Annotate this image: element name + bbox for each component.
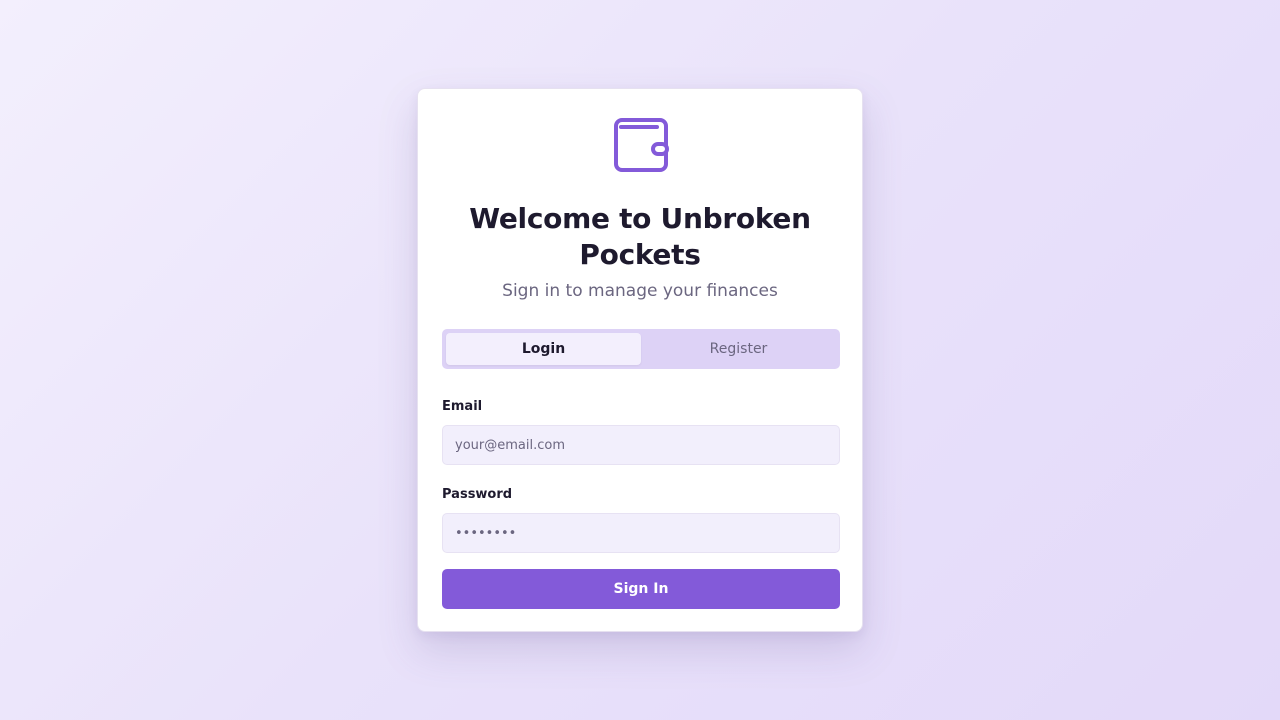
page-subtitle: Sign in to manage your finances <box>502 281 778 301</box>
login-card: Welcome to Unbroken Pockets Sign in to m… <box>417 88 863 632</box>
email-label: Email <box>442 399 483 414</box>
tab-register[interactable]: Register <box>641 333 836 365</box>
wallet-icon <box>614 118 669 172</box>
password-field[interactable] <box>442 513 840 553</box>
page-title: Welcome to Unbroken Pockets <box>469 202 811 271</box>
sign-in-button[interactable]: Sign In <box>442 569 840 609</box>
auth-tabs: Login Register <box>442 329 840 369</box>
tab-login[interactable]: Login <box>446 333 641 365</box>
password-label: Password <box>442 487 513 502</box>
email-field[interactable] <box>442 425 840 465</box>
